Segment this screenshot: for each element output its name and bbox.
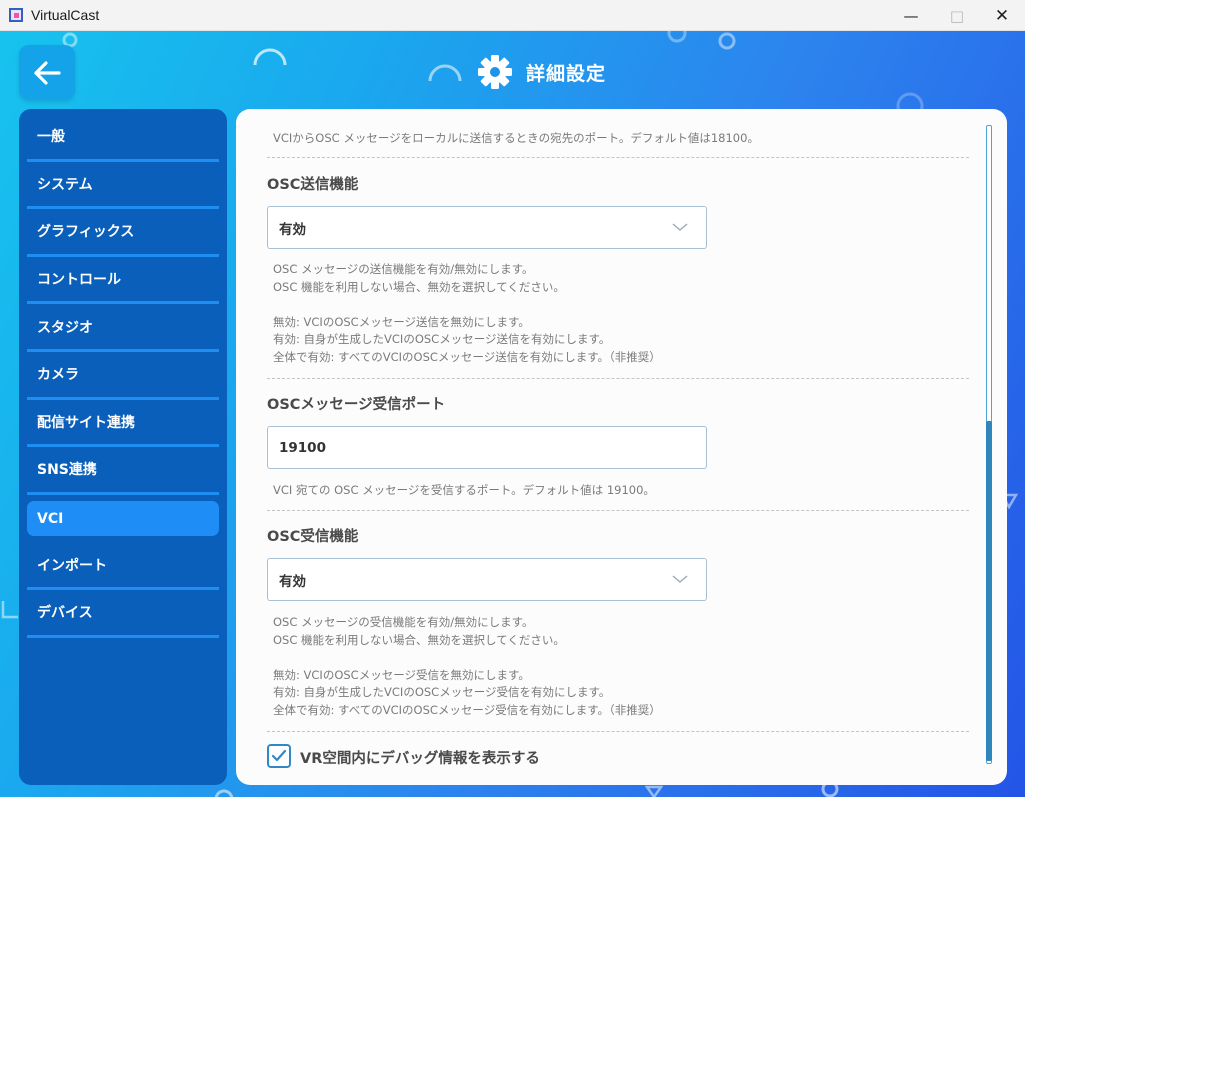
app-logo-icon xyxy=(9,8,23,22)
decor-corner-icon xyxy=(0,601,20,621)
maximize-button[interactable]: □ xyxy=(934,0,980,31)
divider xyxy=(267,157,969,158)
sidebar-item-label: スタジオ xyxy=(37,319,93,336)
sidebar-item-system[interactable]: システム xyxy=(27,162,219,210)
osc-send-label: OSC送信機能 xyxy=(267,177,359,193)
minimize-button[interactable]: — xyxy=(888,0,934,31)
decor-arc-icon xyxy=(250,41,290,71)
sidebar-item-label: SNS連携 xyxy=(37,462,97,479)
sidebar-item-label: デバイス xyxy=(37,605,93,622)
sidebar-item-label: 一般 xyxy=(37,129,65,146)
gear-icon xyxy=(478,55,512,89)
sidebar-item-control[interactable]: コントロール xyxy=(27,257,219,305)
sidebar-item-label: カメラ xyxy=(37,367,79,384)
divider xyxy=(267,731,969,732)
scrollbar-thumb[interactable] xyxy=(986,421,992,761)
title-bar: VirtualCast — □ ✕ xyxy=(0,0,1025,31)
checkmark-icon xyxy=(271,749,287,762)
decor-circle-icon xyxy=(818,783,842,797)
osc-recv-label: OSC受信機能 xyxy=(267,529,359,545)
osc-recv-port-value: 19100 xyxy=(279,439,326,456)
decor-circle-icon xyxy=(212,787,236,797)
sidebar-item-label: インポート xyxy=(37,557,107,574)
sidebar-item-graphics[interactable]: グラフィックス xyxy=(27,209,219,257)
osc-recv-value: 有効 xyxy=(279,573,306,590)
decor-circle-icon xyxy=(713,31,741,53)
sidebar-item-sns[interactable]: SNS連携 xyxy=(27,447,219,495)
sidebar-item-import[interactable]: インポート xyxy=(27,542,219,590)
arrow-left-icon xyxy=(34,60,61,85)
sidebar-item-label: コントロール xyxy=(37,272,121,289)
chevron-down-icon xyxy=(672,223,688,231)
osc-recv-port-label: OSCメッセージ受信ポート xyxy=(267,397,446,413)
sidebar-item-studio[interactable]: スタジオ xyxy=(27,304,219,352)
sidebar-item-label: 配信サイト連携 xyxy=(37,414,135,431)
sidebar-item-camera[interactable]: カメラ xyxy=(27,352,219,400)
sidebar-item-streaming[interactable]: 配信サイト連携 xyxy=(27,400,219,448)
decor-circle-icon xyxy=(665,31,689,45)
page-title: 詳細設定 xyxy=(526,62,607,85)
osc-recv-select[interactable]: 有効 xyxy=(267,558,707,601)
close-button[interactable]: ✕ xyxy=(979,0,1025,31)
settings-panel: VCIからOSC メッセージをローカルに送信するときの宛先のポート。デフォルト値… xyxy=(236,109,1007,785)
osc-send-select[interactable]: 有効 xyxy=(267,206,707,249)
send-port-description: VCIからOSC メッセージをローカルに送信するときの宛先のポート。デフォルト値… xyxy=(273,131,759,145)
osc-recv-port-input[interactable]: 19100 xyxy=(267,426,707,469)
sidebar-item-label: VCI xyxy=(37,510,64,527)
debug-checkbox[interactable] xyxy=(267,744,291,768)
sidebar-item-general[interactable]: 一般 xyxy=(27,114,219,162)
sidebar-item-label: システム xyxy=(37,176,93,193)
osc-send-description: OSC メッセージの送信機能を有効/無効にします。 OSC 機能を利用しない場合… xyxy=(273,262,661,364)
settings-sidebar: 一般 システム グラフィックス コントロール スタジオ カメラ 配信サイト連携 … xyxy=(19,109,227,785)
osc-recv-port-description: VCI 宛ての OSC メッセージを受信するポート。デフォルト値は 19100。 xyxy=(273,483,655,497)
divider xyxy=(267,378,969,379)
decor-triangle-icon xyxy=(645,785,665,797)
chevron-down-icon xyxy=(672,575,688,583)
debug-checkbox-label[interactable]: VR空間内にデバッグ情報を表示する xyxy=(300,747,540,768)
app-window: VirtualCast — □ ✕ 詳細設定 一般 システム グラフィックス コ… xyxy=(0,0,1025,797)
window-title: VirtualCast xyxy=(31,7,100,23)
osc-recv-description: OSC メッセージの受信機能を有効/無効にします。 OSC 機能を利用しない場合… xyxy=(273,615,661,717)
sidebar-item-label: グラフィックス xyxy=(37,224,135,241)
sidebar-item-vci[interactable]: VCI xyxy=(27,495,219,543)
decor-arc-icon xyxy=(425,57,465,87)
sidebar-item-device[interactable]: デバイス xyxy=(27,590,219,638)
app-client-area: 詳細設定 一般 システム グラフィックス コントロール スタジオ カメラ 配信サ… xyxy=(0,31,1025,797)
page-header: 詳細設定 xyxy=(476,53,606,91)
back-button[interactable] xyxy=(19,45,75,100)
divider xyxy=(267,510,969,511)
osc-send-value: 有効 xyxy=(279,221,306,238)
